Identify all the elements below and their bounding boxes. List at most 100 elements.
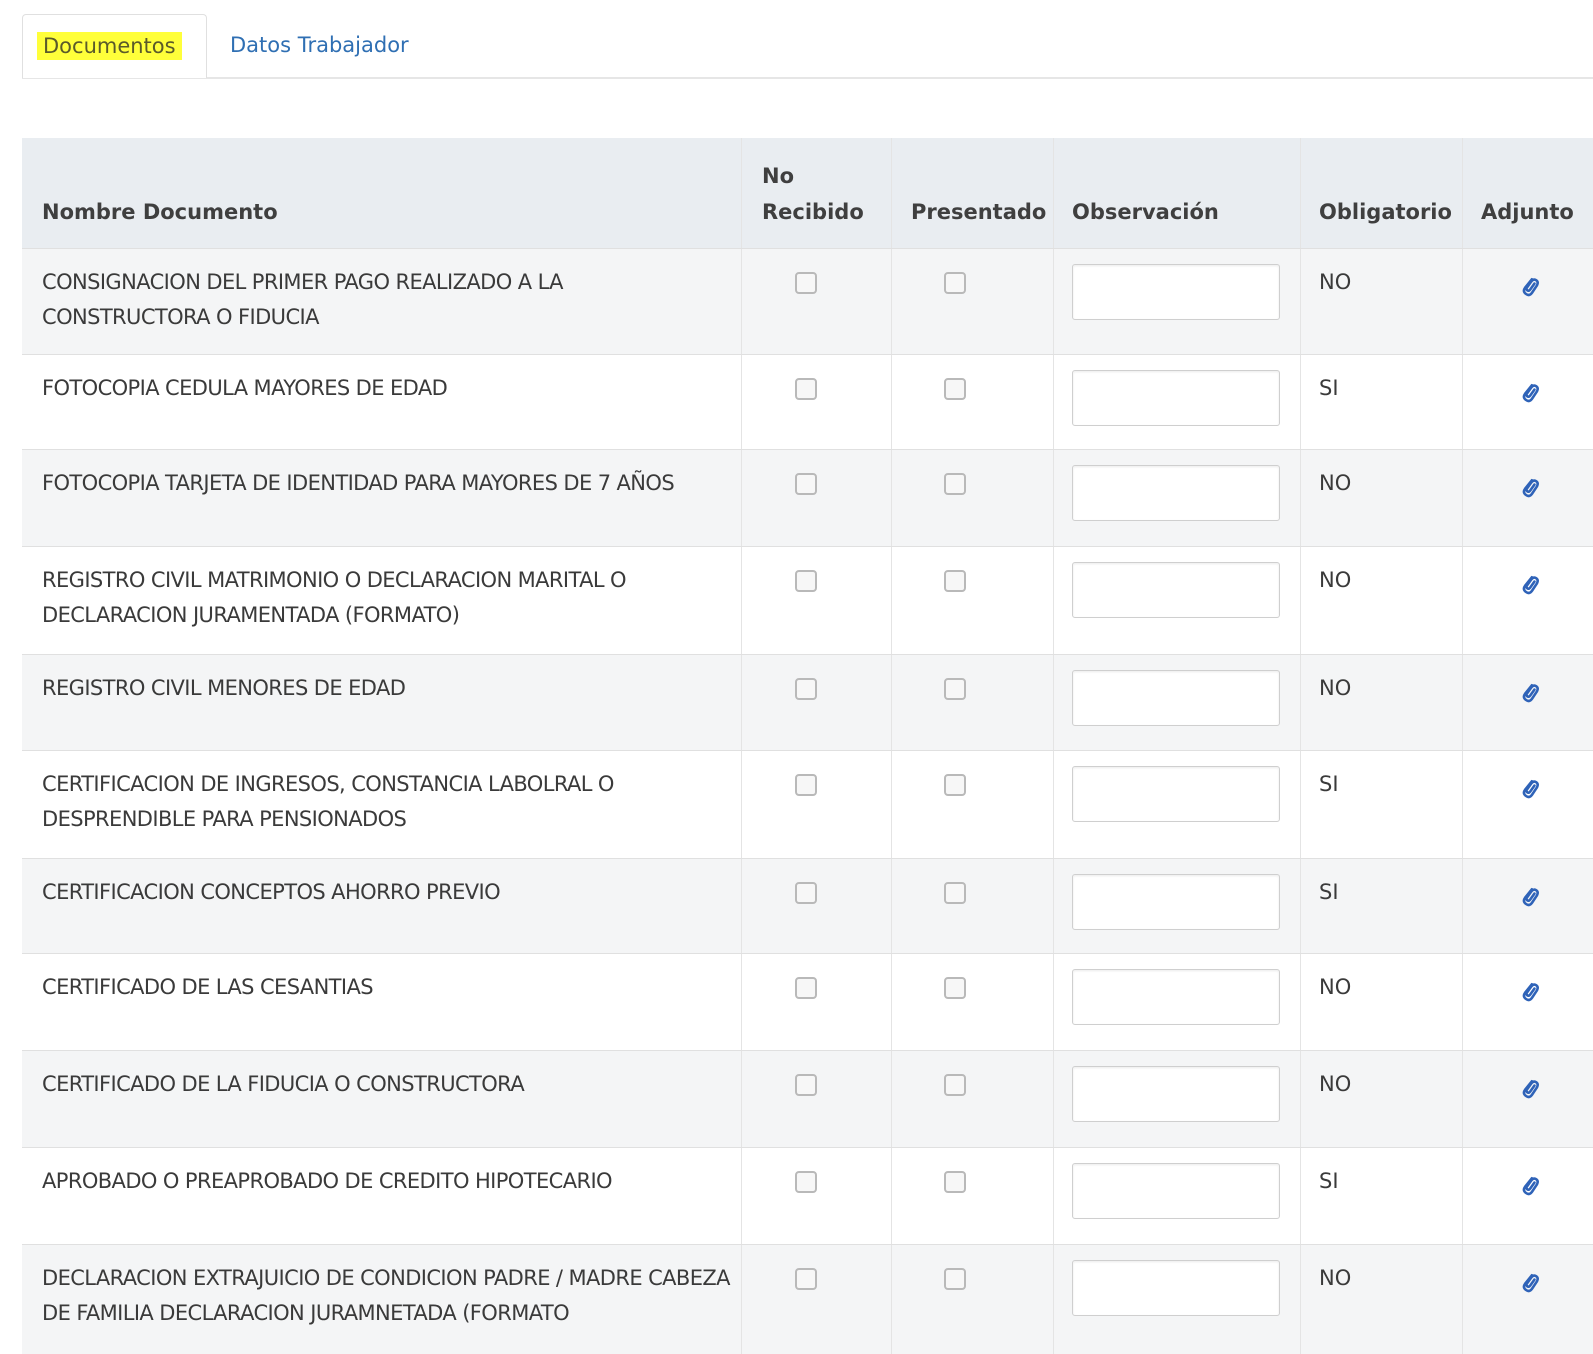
presentado-checkbox[interactable]: [944, 570, 966, 592]
no-recibido-checkbox[interactable]: [795, 1074, 817, 1096]
document-name: CONSIGNACION DEL PRIMER PAGO REALIZADO A…: [42, 270, 564, 329]
observacion-input[interactable]: [1072, 562, 1280, 618]
presentado-checkbox[interactable]: [944, 1268, 966, 1290]
header-no-recibido-line2: Recibido: [762, 200, 864, 224]
no-recibido-checkbox[interactable]: [795, 678, 817, 700]
header-adjunto: Adjunto: [1481, 200, 1574, 224]
table-row: FOTOCOPIA CEDULA MAYORES DE EDAD SI: [22, 354, 1593, 449]
presentado-checkbox[interactable]: [944, 1074, 966, 1096]
presentado-checkbox[interactable]: [944, 1171, 966, 1193]
cell-presentado: [891, 954, 1053, 1050]
document-name: FOTOCOPIA TARJETA DE IDENTIDAD PARA MAYO…: [42, 471, 675, 495]
document-name: REGISTRO CIVIL MENORES DE EDAD: [42, 676, 406, 700]
table-row: REGISTRO CIVIL MENORES DE EDAD NO: [22, 654, 1593, 750]
observacion-input[interactable]: [1072, 670, 1280, 726]
cell-adjunto: [1462, 249, 1593, 354]
no-recibido-checkbox[interactable]: [795, 774, 817, 796]
observacion-input[interactable]: [1072, 1260, 1280, 1316]
no-recibido-checkbox[interactable]: [795, 1171, 817, 1193]
paperclip-icon[interactable]: [1519, 474, 1543, 502]
header-nombre-documento: Nombre Documento: [42, 200, 278, 224]
cell-obligatorio: SI: [1300, 1148, 1462, 1244]
paperclip-icon[interactable]: [1519, 883, 1543, 911]
tab-documentos[interactable]: Documentos: [22, 14, 207, 78]
no-recibido-checkbox[interactable]: [795, 977, 817, 999]
table-row: CERTIFICADO DE LA FIDUCIA O CONSTRUCTORA…: [22, 1050, 1593, 1147]
document-name: CERTIFICADO DE LA FIDUCIA O CONSTRUCTORA: [42, 1072, 525, 1096]
table-row: CERTIFICACION DE INGRESOS, CONSTANCIA LA…: [22, 750, 1593, 858]
no-recibido-checkbox[interactable]: [795, 378, 817, 400]
paperclip-icon[interactable]: [1519, 978, 1543, 1006]
obligatorio-value: SI: [1319, 376, 1339, 400]
cell-presentado: [891, 1245, 1053, 1354]
presentado-checkbox[interactable]: [944, 774, 966, 796]
observacion-input[interactable]: [1072, 969, 1280, 1025]
observacion-input[interactable]: [1072, 370, 1280, 426]
observacion-input[interactable]: [1072, 264, 1280, 320]
cell-observacion: [1053, 655, 1300, 750]
no-recibido-checkbox[interactable]: [795, 272, 817, 294]
presentado-checkbox[interactable]: [944, 882, 966, 904]
paperclip-icon[interactable]: [1519, 273, 1543, 301]
cell-presentado: [891, 547, 1053, 654]
cell-adjunto: [1462, 1051, 1593, 1147]
document-name: DECLARACION EXTRAJUICIO DE CONDICION PAD…: [42, 1266, 731, 1325]
presentado-checkbox[interactable]: [944, 678, 966, 700]
document-name: CERTIFICACION DE INGRESOS, CONSTANCIA LA…: [42, 772, 614, 831]
observacion-input[interactable]: [1072, 766, 1280, 822]
paperclip-icon[interactable]: [1519, 571, 1543, 599]
header-cell-observacion: Observación: [1053, 138, 1300, 248]
cell-presentado: [891, 751, 1053, 858]
obligatorio-value: NO: [1319, 270, 1352, 294]
presentado-checkbox[interactable]: [944, 378, 966, 400]
no-recibido-checkbox[interactable]: [795, 1268, 817, 1290]
cell-obligatorio: NO: [1300, 1245, 1462, 1354]
cell-observacion: [1053, 355, 1300, 449]
no-recibido-checkbox[interactable]: [795, 570, 817, 592]
cell-document-name: APROBADO O PREAPROBADO DE CREDITO HIPOTE…: [22, 1148, 741, 1244]
observacion-input[interactable]: [1072, 1163, 1280, 1219]
paperclip-icon[interactable]: [1519, 775, 1543, 803]
cell-presentado: [891, 355, 1053, 449]
no-recibido-checkbox[interactable]: [795, 473, 817, 495]
cell-obligatorio: NO: [1300, 450, 1462, 546]
paperclip-icon[interactable]: [1519, 379, 1543, 407]
cell-observacion: [1053, 1148, 1300, 1244]
obligatorio-value: NO: [1319, 471, 1352, 495]
tab-datos-trabajador-label: Datos Trabajador: [230, 33, 409, 57]
cell-document-name: REGISTRO CIVIL MATRIMONIO O DECLARACION …: [22, 547, 741, 654]
no-recibido-checkbox[interactable]: [795, 882, 817, 904]
table-row: CERTIFICADO DE LAS CESANTIAS NO: [22, 953, 1593, 1050]
obligatorio-value: NO: [1319, 1072, 1352, 1096]
presentado-checkbox[interactable]: [944, 473, 966, 495]
paperclip-icon[interactable]: [1519, 1269, 1543, 1297]
cell-observacion: [1053, 450, 1300, 546]
observacion-input[interactable]: [1072, 874, 1280, 930]
cell-presentado: [891, 1148, 1053, 1244]
obligatorio-value: NO: [1319, 1266, 1352, 1290]
obligatorio-value: NO: [1319, 975, 1352, 999]
observacion-input[interactable]: [1072, 465, 1280, 521]
cell-obligatorio: SI: [1300, 355, 1462, 449]
presentado-checkbox[interactable]: [944, 977, 966, 999]
cell-presentado: [891, 450, 1053, 546]
table-row: CONSIGNACION DEL PRIMER PAGO REALIZADO A…: [22, 248, 1593, 354]
paperclip-icon[interactable]: [1519, 1075, 1543, 1103]
document-name: CERTIFICADO DE LAS CESANTIAS: [42, 975, 374, 999]
document-name: CERTIFICACION CONCEPTOS AHORRO PREVIO: [42, 880, 501, 904]
cell-document-name: CERTIFICADO DE LA FIDUCIA O CONSTRUCTORA: [22, 1051, 741, 1147]
paperclip-icon[interactable]: [1519, 679, 1543, 707]
cell-no-recibido: [741, 547, 891, 654]
cell-no-recibido: [741, 450, 891, 546]
obligatorio-value: NO: [1319, 568, 1352, 592]
obligatorio-value: NO: [1319, 676, 1352, 700]
paperclip-icon[interactable]: [1519, 1172, 1543, 1200]
document-name: FOTOCOPIA CEDULA MAYORES DE EDAD: [42, 376, 448, 400]
presentado-checkbox[interactable]: [944, 272, 966, 294]
observacion-input[interactable]: [1072, 1066, 1280, 1122]
table-row: DECLARACION EXTRAJUICIO DE CONDICION PAD…: [22, 1244, 1593, 1354]
cell-observacion: [1053, 859, 1300, 953]
cell-obligatorio: SI: [1300, 859, 1462, 953]
cell-document-name: CERTIFICADO DE LAS CESANTIAS: [22, 954, 741, 1050]
tab-datos-trabajador[interactable]: Datos Trabajador: [224, 14, 444, 78]
